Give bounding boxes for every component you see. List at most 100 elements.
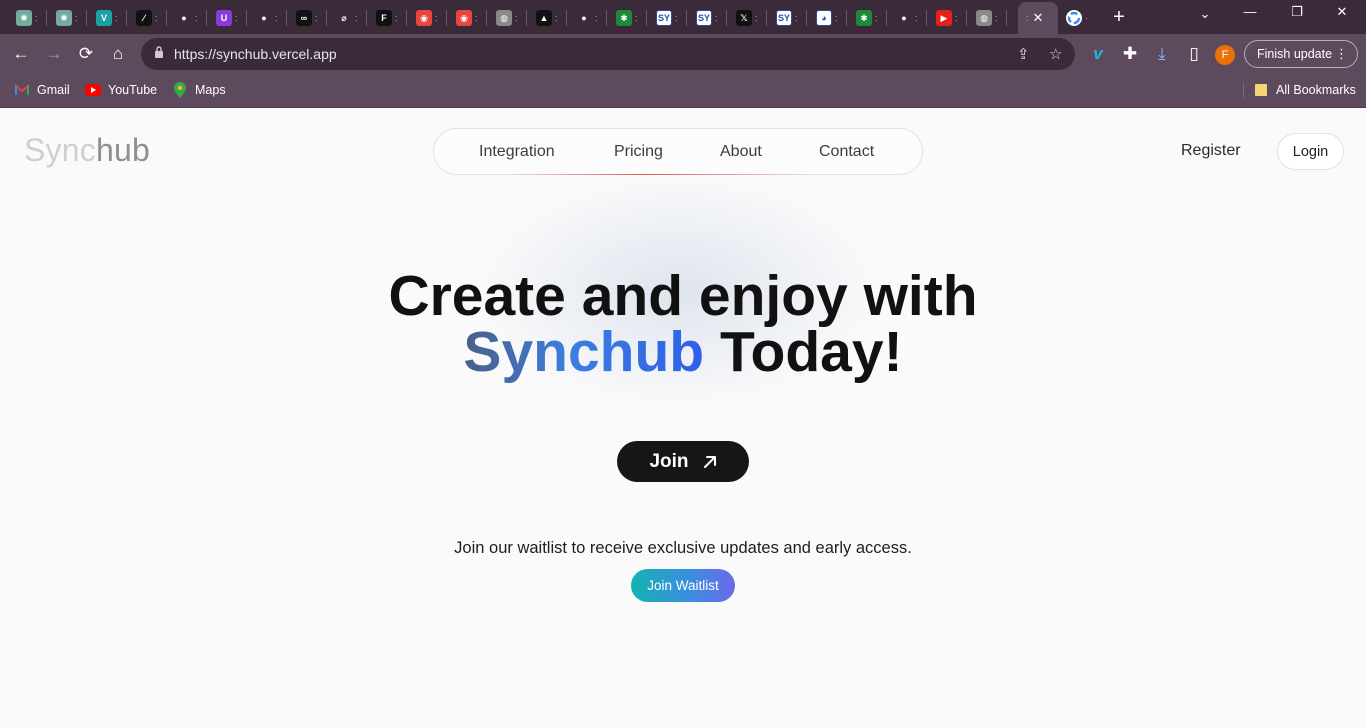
browser-tab[interactable]: SY: [688, 4, 726, 32]
finish-update-button[interactable]: Finish update ⋮ [1244, 40, 1358, 68]
tab-separator [926, 10, 927, 26]
browser-tab[interactable]: ✺: [48, 4, 86, 32]
page-viewport: Synchub Integration Pricing About Contac… [0, 108, 1366, 728]
home-button[interactable]: ⌂ [106, 42, 130, 66]
close-window-button[interactable]: ✕ [1330, 4, 1354, 20]
join-button[interactable]: Join [617, 441, 749, 482]
bookmark-maps[interactable]: Maps [172, 82, 226, 98]
browser-tab[interactable]: ●: [568, 4, 606, 32]
restore-button[interactable]: ❐ [1285, 4, 1309, 20]
side-panel-icon[interactable]: ▯ [1182, 42, 1206, 66]
browser-tab[interactable]: ◍: [968, 4, 1006, 32]
nav-about[interactable]: About [720, 143, 762, 161]
tab-title-truncated: : [955, 13, 957, 23]
triangle-app-icon: ▲ [536, 10, 552, 26]
vimeo-extension-icon[interactable]: v [1086, 42, 1110, 66]
tab-title-truncated: : [635, 13, 637, 23]
upwork-u-icon: U [216, 10, 232, 26]
browser-tab[interactable]: 𝕏: [728, 4, 766, 32]
all-bookmarks-button[interactable]: All Bookmarks [1253, 83, 1356, 97]
reload-button[interactable]: ⟳ [74, 42, 98, 66]
close-tab-icon[interactable]: ✕ [1033, 10, 1044, 26]
maps-icon [172, 82, 188, 98]
tab-separator [486, 10, 487, 26]
browser-tab[interactable]: ✱: [848, 4, 886, 32]
tab-title-truncated: : [915, 13, 917, 23]
arrow-up-right-icon [703, 455, 716, 468]
extensions-puzzle-icon[interactable]: ✚ [1118, 42, 1142, 66]
synchub-sy-icon: SY [656, 10, 672, 26]
browser-toolbar: ← → ⟳ ⌂ https://synchub.vercel.app ⇪ ☆ v… [0, 34, 1366, 74]
browser-tab[interactable]: ⌀: [328, 4, 366, 32]
tab-separator [126, 10, 127, 26]
tab-separator [46, 10, 47, 26]
join-waitlist-button[interactable]: Join Waitlist [631, 569, 735, 602]
paperclip-icon: ⌀ [336, 10, 352, 26]
tab-title-truncated: : [155, 13, 157, 23]
tab-title-truncated: : [595, 13, 597, 23]
globe-icon: ◍ [976, 10, 992, 26]
browser-tab[interactable]: ●: [888, 4, 926, 32]
browser-tab[interactable]: ◕: [808, 4, 846, 32]
panda-icon: ◕ [816, 10, 832, 26]
nav-pricing[interactable]: Pricing [614, 143, 663, 161]
bookmark-youtube[interactable]: YouTube [85, 83, 157, 97]
synchub-sy-icon: SY [696, 10, 712, 26]
address-bar[interactable]: https://synchub.vercel.app ⇪ ☆ [141, 38, 1075, 70]
tab-separator [406, 10, 407, 26]
tab-separator [966, 10, 967, 26]
url-text[interactable]: https://synchub.vercel.app [174, 46, 337, 62]
nav-glow-line [504, 174, 814, 175]
browser-tab[interactable]: SY: [768, 4, 806, 32]
menu-kebab-icon[interactable]: ⋮ [1335, 46, 1348, 62]
download-icon[interactable]: ⤓ [1150, 42, 1174, 66]
tab-separator [246, 10, 247, 26]
browser-tab[interactable]: ●: [168, 4, 206, 32]
nav-integration[interactable]: Integration [479, 143, 555, 161]
tab-title-truncated: : [355, 13, 357, 23]
lock-icon [155, 46, 163, 58]
browser-tab[interactable]: ⁄: [128, 4, 166, 32]
new-tab-button[interactable]: + [1109, 6, 1129, 29]
browser-tab[interactable]: ◍: [488, 4, 526, 32]
tab-title-truncated: : [715, 13, 717, 23]
tab-separator [606, 10, 607, 26]
browser-tab[interactable]: SY: [648, 4, 686, 32]
active-tab[interactable]: : ✕ [1018, 2, 1058, 34]
bookmark-star-icon[interactable]: ☆ [1049, 45, 1062, 63]
tab-separator [806, 10, 807, 26]
browser-tab[interactable]: ✺: [8, 4, 46, 32]
tab-title-truncated: : [875, 13, 877, 23]
browser-tab[interactable]: ✱: [608, 4, 646, 32]
browser-tab[interactable]: ▲: [528, 4, 566, 32]
minimize-button[interactable]: — [1238, 4, 1262, 19]
vuetify-icon: V [96, 10, 112, 26]
nav-contact[interactable]: Contact [819, 143, 874, 161]
login-button[interactable]: Login [1277, 133, 1344, 170]
tab-separator [206, 10, 207, 26]
tab-separator [846, 10, 847, 26]
tab-title-truncated: : [395, 13, 397, 23]
browser-tab[interactable]: ∞: [288, 4, 326, 32]
forward-button[interactable]: → [42, 42, 66, 66]
browser-tab[interactable]: U: [208, 4, 246, 32]
browser-tab[interactable]: ◉: [448, 4, 486, 32]
site-logo[interactable]: Synchub [24, 132, 150, 169]
tab-google[interactable]: · [1058, 4, 1096, 32]
profile-avatar[interactable]: F [1215, 45, 1235, 65]
github-icon: ● [256, 10, 272, 26]
tab-title-truncated: : [1026, 13, 1028, 23]
browser-tab[interactable]: F: [368, 4, 406, 32]
tab-separator [1006, 10, 1007, 26]
browser-tab[interactable]: V: [88, 4, 126, 32]
share-icon[interactable]: ⇪ [1017, 45, 1030, 63]
register-link[interactable]: Register [1181, 142, 1241, 160]
hero-brand-text: Synchub [463, 320, 705, 384]
browser-tab[interactable]: ▶: [928, 4, 966, 32]
tab-separator [726, 10, 727, 26]
tab-search-chevron-icon[interactable]: ⌄ [1193, 6, 1217, 22]
bookmark-gmail[interactable]: Gmail [14, 83, 70, 97]
browser-tab[interactable]: ◉: [408, 4, 446, 32]
browser-tab[interactable]: ●: [248, 4, 286, 32]
back-button[interactable]: ← [9, 42, 33, 66]
